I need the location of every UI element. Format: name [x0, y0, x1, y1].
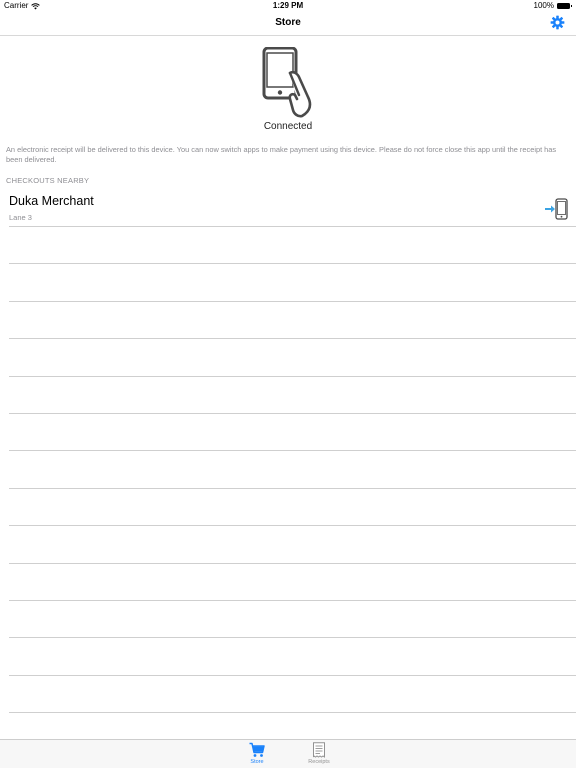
empty-list-row: [9, 414, 576, 452]
receipt-icon: [313, 742, 325, 758]
status-right: 100%: [534, 0, 572, 12]
receipt-info-message: An electronic receipt will be delivered …: [6, 145, 557, 164]
empty-list-row: [9, 676, 576, 714]
battery-percent: 100%: [533, 1, 554, 10]
tab-receipts-label: Receipts: [308, 759, 330, 765]
empty-list-row: [9, 526, 576, 564]
merchant-lane: Lane 3: [9, 213, 32, 222]
empty-list-row: [9, 264, 576, 302]
empty-list-row: [9, 227, 576, 265]
empty-list-row: [9, 302, 576, 340]
gear-icon[interactable]: [550, 15, 565, 30]
tab-bar: Store Receipts: [0, 739, 576, 768]
empty-list-row: [9, 339, 576, 377]
tab-store[interactable]: Store: [237, 742, 277, 765]
status-time: 1:29 PM: [272, 1, 304, 10]
page-title: Store: [275, 17, 301, 28]
empty-list-row: [9, 638, 576, 676]
empty-list-row: [9, 489, 576, 527]
empty-list-row: [9, 377, 576, 414]
empty-list-row: [9, 601, 576, 639]
status-bar: Carrier 1:29 PM 100%: [0, 0, 576, 12]
tab-receipts[interactable]: Receipts: [299, 742, 339, 765]
empty-list-row: [9, 564, 576, 601]
connection-status: Connected: [263, 121, 313, 132]
navigation-bar: Store: [0, 12, 576, 36]
connect-to-device-icon[interactable]: [544, 198, 568, 220]
tab-store-label: Store: [250, 759, 264, 765]
empty-list-row: [9, 451, 576, 489]
checkout-row[interactable]: Duka Merchant Lane 3: [9, 189, 576, 227]
checkout-list: Duka Merchant Lane 3: [0, 189, 576, 714]
merchant-name: Duka Merchant: [9, 194, 94, 208]
checkouts-section-header: CHECKOUTS NEARBY: [6, 176, 90, 185]
phone-tap-icon: [262, 47, 312, 118]
cart-icon: [249, 742, 265, 757]
battery-icon: [557, 3, 572, 9]
